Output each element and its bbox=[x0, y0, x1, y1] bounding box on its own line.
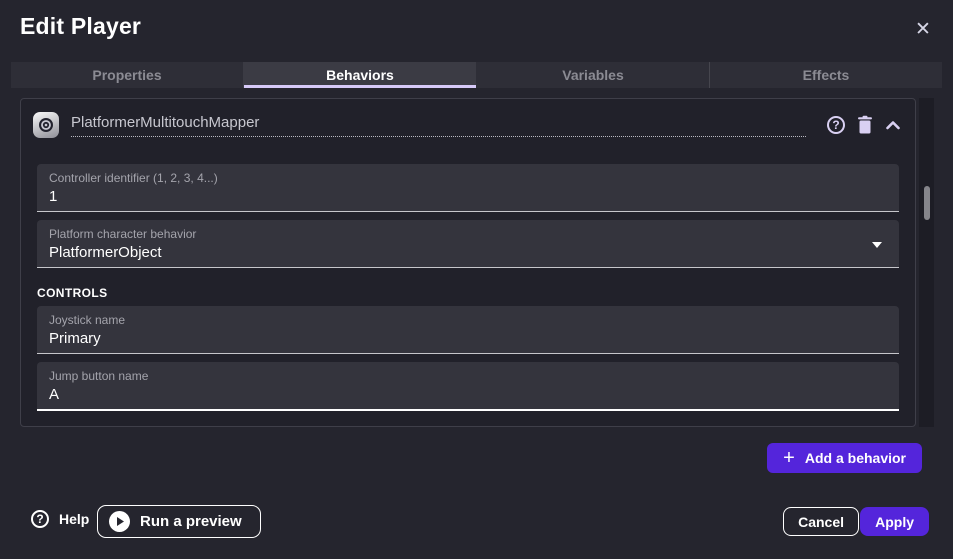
controller-identifier-input[interactable] bbox=[49, 185, 887, 205]
jump-button-name-input[interactable] bbox=[49, 383, 887, 403]
joystick-name-field[interactable]: Joystick name bbox=[37, 306, 899, 354]
plus-icon: + bbox=[783, 448, 795, 468]
help-button[interactable]: ? Help bbox=[31, 510, 89, 528]
trash-icon[interactable] bbox=[856, 115, 874, 135]
controller-identifier-field[interactable]: Controller identifier (1, 2, 3, 4...) bbox=[37, 164, 899, 212]
add-behavior-button[interactable]: + Add a behavior bbox=[767, 443, 922, 473]
help-circle-icon: ? bbox=[31, 510, 49, 528]
field-label: Jump button name bbox=[49, 369, 887, 383]
tab-variables[interactable]: Variables bbox=[476, 62, 709, 88]
help-label: Help bbox=[59, 511, 89, 527]
controls-section-label: CONTROLS bbox=[37, 286, 899, 300]
select-value[interactable]: PlatformerObject bbox=[49, 241, 887, 261]
behavior-card: PlatformerMultitouchMapper ? Controller … bbox=[20, 98, 916, 427]
jump-button-name-field[interactable]: Jump button name bbox=[37, 362, 899, 411]
behavior-fields: Controller identifier (1, 2, 3, 4...) Pl… bbox=[21, 164, 915, 411]
run-preview-button[interactable]: Run a preview bbox=[97, 505, 261, 538]
joystick-name-input[interactable] bbox=[49, 327, 887, 347]
field-label: Controller identifier (1, 2, 3, 4...) bbox=[49, 171, 887, 185]
tab-properties[interactable]: Properties bbox=[11, 62, 243, 88]
page-title: Edit Player bbox=[20, 13, 141, 40]
run-preview-label: Run a preview bbox=[140, 513, 242, 530]
cancel-button[interactable]: Cancel bbox=[783, 507, 859, 536]
gamepad-behavior-icon bbox=[33, 112, 59, 138]
tab-behaviors[interactable]: Behaviors bbox=[243, 62, 476, 88]
edit-player-dialog: Edit Player ✕ Properties Behaviors Varia… bbox=[0, 0, 953, 559]
behavior-card-header: PlatformerMultitouchMapper ? bbox=[21, 99, 915, 138]
close-icon[interactable]: ✕ bbox=[910, 17, 936, 43]
caret-down-icon bbox=[872, 242, 882, 248]
behavior-name[interactable]: PlatformerMultitouchMapper bbox=[71, 114, 806, 137]
scrollbar-track[interactable] bbox=[919, 98, 934, 427]
help-icon[interactable]: ? bbox=[827, 116, 845, 134]
apply-button[interactable]: Apply bbox=[860, 507, 929, 536]
field-label: Platform character behavior bbox=[49, 227, 887, 241]
add-behavior-label: Add a behavior bbox=[805, 450, 906, 466]
field-label: Joystick name bbox=[49, 313, 887, 327]
tabbar: Properties Behaviors Variables Effects bbox=[11, 62, 942, 88]
scrollbar-thumb[interactable] bbox=[924, 186, 930, 220]
chevron-up-icon[interactable] bbox=[885, 119, 901, 131]
tab-effects[interactable]: Effects bbox=[709, 62, 942, 88]
play-icon bbox=[109, 511, 130, 532]
platform-character-behavior-select[interactable]: Platform character behavior PlatformerOb… bbox=[37, 220, 899, 268]
